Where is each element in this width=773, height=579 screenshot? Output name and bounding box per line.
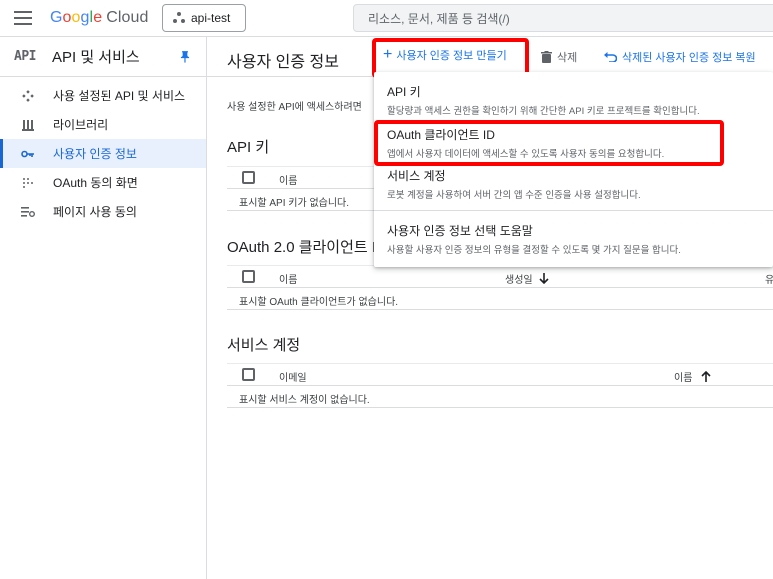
divider — [227, 309, 773, 310]
arrow-up-icon — [701, 371, 711, 382]
column-created[interactable]: 생성일 — [505, 271, 549, 286]
select-all-checkbox[interactable] — [242, 171, 255, 184]
menu-item-desc: 로봇 계정을 사용하여 서버 간의 앱 수준 인증을 사용 설정합니다. — [387, 190, 641, 201]
sidebar-item-label: OAuth 동의 화면 — [53, 176, 138, 190]
select-all-checkbox[interactable] — [242, 368, 255, 381]
service-empty: 표시할 서비스 계정이 없습니다. — [239, 395, 370, 406]
project-name: api-test — [191, 11, 231, 25]
sidebar-item-credentials[interactable]: 사용자 인증 정보 — [0, 139, 206, 168]
menu-item-desc: 할당량과 액세스 권한을 확인하기 위해 간단한 API 키로 프로젝트를 확인… — [387, 106, 700, 117]
search-placeholder: 리소스, 문서, 제품 등 검색(/) — [368, 11, 510, 26]
project-dots-icon — [173, 12, 185, 24]
sidebar-item-label: 사용자 인증 정보 — [53, 147, 137, 161]
project-selector-button[interactable]: api-test — [162, 4, 246, 32]
column-type[interactable]: 유 — [765, 271, 773, 286]
oauth-empty: 표시할 OAuth 클라이언트가 없습니다. — [239, 297, 399, 308]
delete-button[interactable]: 삭제 — [541, 49, 577, 65]
menu-item-title: API 키 — [387, 85, 421, 99]
menu-item-title: 서비스 계정 — [387, 169, 446, 183]
restore-deleted-button[interactable]: 삭제된 사용자 인증 정보 복원 — [604, 49, 756, 65]
column-name[interactable]: 이름 — [279, 271, 297, 286]
settings-api-icon — [20, 88, 36, 104]
sidebar-item-enabled-apis[interactable]: 사용 설정된 API 및 서비스 — [0, 81, 206, 110]
sidebar-item-library[interactable]: 라이브러리 — [0, 110, 206, 139]
api-keys-empty: 표시할 API 키가 없습니다. — [239, 198, 350, 209]
intro-text: 사용 설정한 API에 액세스하려면 — [227, 102, 362, 113]
consent-icon — [20, 175, 36, 191]
sidebar-item-label: 페이지 사용 동의 — [53, 205, 137, 219]
sidebar-item-oauth-consent[interactable]: OAuth 동의 화면 — [0, 168, 206, 197]
column-created-label: 생성일 — [505, 275, 533, 286]
menu-divider — [374, 210, 773, 211]
page-consent-icon — [20, 204, 36, 220]
library-icon — [20, 117, 36, 133]
top-bar: Google Cloud api-test 리소스, 문서, 제품 등 검색(/) — [0, 0, 773, 37]
sidebar-header: API API 및 서비스 — [0, 37, 206, 77]
api-badge-icon: API — [14, 49, 36, 64]
restore-label: 삭제된 사용자 인증 정보 복원 — [622, 52, 756, 64]
sidebar-item-label: 라이브러리 — [53, 118, 109, 132]
main-header: 사용자 인증 정보 + 사용자 인증 정보 만들기 삭제 삭제된 사용자 인증 … — [207, 37, 773, 78]
sidebar-item-page-consent[interactable]: 페이지 사용 동의 — [0, 197, 206, 226]
divider — [227, 407, 773, 408]
search-input[interactable]: 리소스, 문서, 제품 등 검색(/) — [353, 4, 773, 32]
menu-item-service-account[interactable]: 서비스 계정 로봇 계정을 사용하여 서버 간의 앱 수준 인증을 사용 설정합… — [374, 167, 773, 201]
undo-icon — [604, 52, 617, 62]
google-cloud-logo[interactable]: Google Cloud — [50, 9, 149, 27]
menu-item-title: 사용자 인증 정보 선택 도움말 — [387, 224, 533, 238]
hamburger-menu-icon[interactable] — [14, 11, 32, 25]
sidebar-nav: 사용 설정된 API 및 서비스 라이브러리 사용자 인증 정보 OAuth 동… — [0, 81, 206, 226]
column-name[interactable]: 이름 — [674, 369, 711, 384]
service-table-header: 이메일 이름 — [227, 363, 773, 386]
menu-item-help-me-choose[interactable]: 사용자 인증 정보 선택 도움말 사용할 사용자 인증 정보의 유형을 결정할 … — [374, 222, 773, 256]
oauth-table-header: 이름 생성일 유 — [227, 265, 773, 288]
column-email[interactable]: 이메일 — [279, 369, 307, 384]
menu-item-desc: 사용할 사용자 인증 정보의 유형을 결정할 수 있도록 몇 가지 질문을 합니… — [387, 245, 681, 256]
sidebar-title: API 및 서비스 — [52, 49, 140, 66]
sidebar: API API 및 서비스 사용 설정된 API 및 서비스 라이브러리 사용자… — [0, 37, 207, 579]
select-all-checkbox[interactable] — [242, 270, 255, 283]
service-accounts-title: 서비스 계정 — [227, 337, 301, 354]
delete-label: 삭제 — [557, 52, 578, 64]
trash-icon — [541, 51, 552, 63]
api-keys-title: API 키 — [227, 139, 270, 156]
oauth-clients-title: OAuth 2.0 클라이언트 I — [227, 239, 377, 256]
arrow-down-icon — [539, 273, 549, 284]
pin-icon[interactable] — [178, 50, 192, 64]
sidebar-item-label: 사용 설정된 API 및 서비스 — [53, 89, 186, 103]
menu-item-api-key[interactable]: API 키 할당량과 액세스 권한을 확인하기 위해 간단한 API 키로 프로… — [374, 83, 773, 117]
highlight-box-oauth — [374, 120, 724, 166]
page-title: 사용자 인증 정보 — [227, 54, 339, 71]
key-icon — [20, 146, 36, 162]
create-credentials-menu: API 키 할당량과 액세스 권한을 확인하기 위해 간단한 API 키로 프로… — [374, 72, 773, 267]
column-name-label: 이름 — [674, 373, 693, 384]
column-name[interactable]: 이름 — [279, 172, 297, 187]
